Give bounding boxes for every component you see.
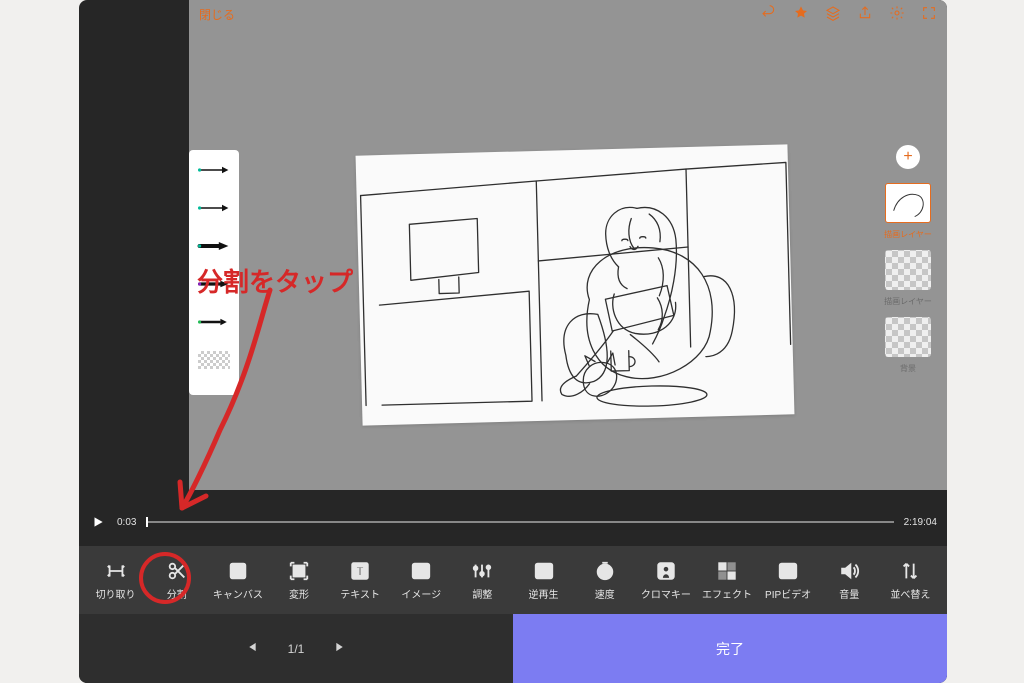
settings-icon[interactable] bbox=[889, 5, 905, 24]
add-layer-button[interactable]: + bbox=[896, 145, 920, 169]
tool-chroma-label: クロマキー bbox=[641, 586, 691, 601]
share-icon[interactable] bbox=[857, 5, 873, 24]
fullscreen-icon[interactable] bbox=[921, 5, 937, 24]
tool-adjust-label: 調整 bbox=[472, 586, 492, 601]
pager-next[interactable] bbox=[334, 640, 348, 657]
layer-label-1: 描画レイヤー bbox=[884, 229, 932, 240]
bottom-bar: 1/1 完了 bbox=[79, 614, 947, 683]
tool-canvas[interactable]: キャンバス bbox=[209, 560, 267, 601]
brush-settings-icon[interactable] bbox=[793, 5, 809, 24]
tool-transform[interactable]: 変形 bbox=[270, 560, 328, 601]
layer-thumb-3[interactable] bbox=[885, 317, 931, 357]
tool-toolbar: 切り取り 分割 キャンバス 変形 T テキスト イメージ 調整 逆再生 bbox=[79, 546, 947, 614]
tool-adjust[interactable]: 調整 bbox=[453, 560, 511, 601]
layer-thumb-2[interactable] bbox=[885, 250, 931, 290]
tool-volume-label: 音量 bbox=[839, 586, 859, 601]
tool-reverse-label: 逆再生 bbox=[529, 586, 559, 601]
brush-3[interactable] bbox=[196, 234, 232, 258]
layer-label-2: 描画レイヤー bbox=[884, 296, 932, 307]
tool-image-label: イメージ bbox=[401, 586, 441, 601]
layer-thumb-1[interactable] bbox=[885, 183, 931, 223]
tool-reorder-label: 並べ替え bbox=[890, 586, 930, 601]
pager-prev[interactable] bbox=[244, 640, 258, 657]
tool-trim-label: 切り取り bbox=[96, 586, 136, 601]
undo-icon[interactable] bbox=[761, 5, 777, 24]
tool-reorder[interactable]: 並べ替え bbox=[881, 560, 939, 601]
timeline: 0:03 2:19:04 bbox=[89, 508, 937, 536]
time-total: 2:19:04 bbox=[904, 517, 937, 528]
time-current: 0:03 bbox=[117, 517, 136, 528]
brush-1[interactable] bbox=[196, 158, 232, 182]
layer-panel: + 描画レイヤー 描画レイヤー 背景 bbox=[879, 145, 937, 374]
brush-panel bbox=[189, 150, 239, 395]
brush-4[interactable] bbox=[196, 272, 232, 296]
brush-2[interactable] bbox=[196, 196, 232, 220]
tool-trim[interactable]: 切り取り bbox=[87, 560, 145, 601]
svg-text:T: T bbox=[356, 564, 364, 578]
tool-pip[interactable]: PIPビデオ bbox=[759, 560, 817, 601]
canvas-topbar: 閉じる bbox=[189, 0, 947, 28]
tool-pip-label: PIPビデオ bbox=[765, 586, 811, 601]
timeline-track[interactable] bbox=[146, 521, 893, 523]
tool-effect[interactable]: エフェクト bbox=[698, 560, 756, 601]
tool-text-label: テキスト bbox=[340, 586, 380, 601]
tool-canvas-label: キャンバス bbox=[213, 586, 263, 601]
tool-speed[interactable]: 速度 bbox=[576, 560, 634, 601]
tool-speed-label: 速度 bbox=[595, 586, 615, 601]
tool-reverse[interactable]: 逆再生 bbox=[515, 560, 573, 601]
play-button[interactable] bbox=[89, 513, 107, 531]
pager: 1/1 bbox=[79, 614, 513, 683]
tool-split-label: 分割 bbox=[167, 586, 187, 601]
app-window: 閉じる bbox=[79, 0, 947, 683]
done-button[interactable]: 完了 bbox=[513, 614, 947, 683]
topbar-actions bbox=[761, 5, 937, 24]
close-button[interactable]: 閉じる bbox=[199, 6, 235, 23]
tool-effect-label: エフェクト bbox=[702, 586, 752, 601]
tool-text[interactable]: T テキスト bbox=[331, 560, 389, 601]
tool-transform-label: 変形 bbox=[289, 586, 309, 601]
layers-icon[interactable] bbox=[825, 5, 841, 24]
pager-page: 1/1 bbox=[288, 642, 305, 656]
brush-5[interactable] bbox=[196, 310, 232, 334]
tool-split[interactable]: 分割 bbox=[148, 560, 206, 601]
brush-eraser[interactable] bbox=[196, 348, 232, 372]
canvas-drawing[interactable] bbox=[356, 144, 795, 425]
tool-image[interactable]: イメージ bbox=[392, 560, 450, 601]
layer-label-3: 背景 bbox=[900, 363, 916, 374]
tool-volume[interactable]: 音量 bbox=[820, 560, 878, 601]
tool-chroma[interactable]: クロマキー bbox=[637, 560, 695, 601]
